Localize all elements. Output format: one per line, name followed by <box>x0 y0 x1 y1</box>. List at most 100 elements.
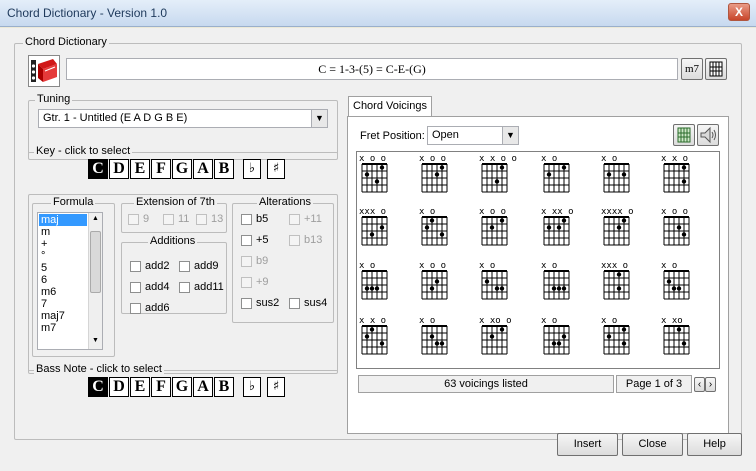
chord-voicing[interactable]: x o o <box>479 208 523 246</box>
alt-2-checkbox[interactable] <box>241 235 252 246</box>
chord-voicing[interactable]: x o <box>661 262 705 300</box>
chord-voicing[interactable]: x o <box>541 155 585 193</box>
formula-item[interactable]: maj <box>39 214 87 226</box>
key-note-f[interactable]: F <box>151 159 171 179</box>
add11-checkbox[interactable] <box>179 282 190 293</box>
guitar-grid-button[interactable] <box>705 58 727 80</box>
ext-9-label: 9 <box>143 213 150 225</box>
bass-note-g[interactable]: G <box>172 377 192 397</box>
key-note-c[interactable]: C <box>88 159 108 179</box>
formula-item[interactable]: 5 <box>39 262 87 274</box>
scroll-thumb[interactable] <box>90 231 101 293</box>
add2-checkbox[interactable] <box>130 261 141 272</box>
formula-item[interactable]: m <box>39 226 87 238</box>
chord-voicing[interactable]: x x o <box>359 317 403 355</box>
fretboard-diagram <box>421 216 448 246</box>
bass-note-a[interactable]: A <box>193 377 213 397</box>
alt-0-label: b5 <box>256 213 269 225</box>
chord-voicing[interactable]: x o <box>419 317 463 355</box>
formula-item[interactable]: ° <box>39 250 87 262</box>
chord-voicing[interactable]: x o o <box>359 155 403 193</box>
voicings-grid[interactable]: x o o x o o x x o o x o x o x x o xxx o x o x o … <box>356 151 720 369</box>
next-page-button[interactable]: › <box>705 377 716 392</box>
bass-note-b[interactable]: B <box>214 377 234 397</box>
add9-label: add9 <box>194 260 219 272</box>
chord-voicing[interactable]: x o <box>601 317 645 355</box>
chord-voicing[interactable]: x xo <box>661 317 705 355</box>
formula-item[interactable]: maj7 <box>39 310 87 322</box>
chord-voicing[interactable]: x o <box>359 262 403 300</box>
alt-0-checkbox[interactable] <box>241 214 252 225</box>
fretboard-diagram <box>543 270 570 300</box>
key-note-b[interactable]: B <box>214 159 234 179</box>
flat-button[interactable]: ♭ <box>243 377 261 397</box>
formula-item[interactable]: 7 <box>39 298 87 310</box>
chord-voicing[interactable]: x o o <box>661 208 705 246</box>
tab-chord-voicings[interactable]: Chord Voicings <box>348 96 432 116</box>
add4-label: add4 <box>145 281 170 293</box>
chord-voicing[interactable]: xxxx o <box>601 208 645 246</box>
ext-9-checkbox[interactable] <box>128 214 139 225</box>
chord-voicing[interactable]: x o o <box>419 155 463 193</box>
ext-11-checkbox[interactable] <box>163 214 174 225</box>
add4-checkbox[interactable] <box>130 282 141 293</box>
add9-checkbox[interactable] <box>179 261 190 272</box>
add6-checkbox[interactable] <box>130 303 141 314</box>
sharp-button[interactable]: ♯ <box>267 377 285 397</box>
scroll-down-icon[interactable]: ▼ <box>90 337 101 347</box>
chord-voicing[interactable]: x xx o <box>541 208 585 246</box>
bass-note-f[interactable]: F <box>151 377 171 397</box>
tab-chord-voicings-label: Chord Voicings <box>353 100 427 112</box>
bass-note-d[interactable]: D <box>109 377 129 397</box>
bass-note-e[interactable]: E <box>130 377 150 397</box>
key-note-d[interactable]: D <box>109 159 129 179</box>
formula-item[interactable]: m7 <box>39 322 87 334</box>
window-client: Chord Dictionary C = 1-3-(5) = C-E-(G) m… <box>0 28 756 471</box>
alt-3-checkbox[interactable] <box>289 235 300 246</box>
ext-13-checkbox[interactable] <box>196 214 207 225</box>
key-note-a[interactable]: A <box>193 159 213 179</box>
formula-scrollbar[interactable]: ▲ ▼ <box>88 213 102 349</box>
close-window-button[interactable]: X <box>728 3 750 21</box>
help-button[interactable]: Help <box>687 433 742 456</box>
chord-voicing[interactable]: x x o <box>661 155 705 193</box>
scroll-up-icon[interactable]: ▲ <box>90 215 101 225</box>
alt-1-checkbox[interactable] <box>289 214 300 225</box>
chord-voicing[interactable]: x xo o <box>479 317 523 355</box>
alt-7-checkbox[interactable] <box>289 298 300 309</box>
chord-voicing[interactable]: x o <box>419 208 463 246</box>
alt-6-checkbox[interactable] <box>241 298 252 309</box>
sharp-button[interactable]: ♯ <box>267 159 285 179</box>
chord-voicing[interactable]: x o <box>479 262 523 300</box>
extension-label: Extension of 7th <box>134 196 217 208</box>
flat-button[interactable]: ♭ <box>243 159 261 179</box>
book-icon[interactable] <box>28 55 60 87</box>
formula-item[interactable]: + <box>39 238 87 250</box>
key-note-g[interactable]: G <box>172 159 192 179</box>
formula-item[interactable]: 6 <box>39 274 87 286</box>
play-sound-button[interactable] <box>697 124 719 146</box>
chord-voicing[interactable]: x o <box>541 317 585 355</box>
close-button[interactable]: Close <box>622 433 683 456</box>
add11-label: add11 <box>194 281 224 293</box>
chord-formula-display: C = 1-3-(5) = C-E-(G) <box>66 58 678 80</box>
chord-voicing[interactable]: x o <box>601 155 645 193</box>
chord-voicing[interactable]: xxx o <box>601 262 645 300</box>
alt-5-checkbox[interactable] <box>241 277 252 288</box>
alt-4-checkbox[interactable] <box>241 256 252 267</box>
formula-item[interactable]: m6 <box>39 286 87 298</box>
chord-voicing[interactable]: xxx o <box>359 208 403 246</box>
fret-position-select[interactable]: Open ▼ <box>427 126 519 145</box>
chord-name-button[interactable]: m7 <box>681 58 703 80</box>
bass-note-c[interactable]: C <box>88 377 108 397</box>
chord-voicing[interactable]: x o <box>541 262 585 300</box>
chord-voicing[interactable]: x o o <box>419 262 463 300</box>
chord-voicing[interactable]: x x o o <box>479 155 523 193</box>
print-grid-button[interactable] <box>673 124 695 146</box>
fretboard-diagram <box>481 216 508 246</box>
formula-list[interactable]: maj m + ° 5 6 m6 7 maj7 m7 ▲ ▼ <box>37 212 103 350</box>
key-note-e[interactable]: E <box>130 159 150 179</box>
prev-page-button[interactable]: ‹ <box>694 377 705 392</box>
insert-button[interactable]: Insert <box>557 433 618 456</box>
tuning-select[interactable]: Gtr. 1 - Untitled (E A D G B E) ▼ <box>38 109 328 128</box>
